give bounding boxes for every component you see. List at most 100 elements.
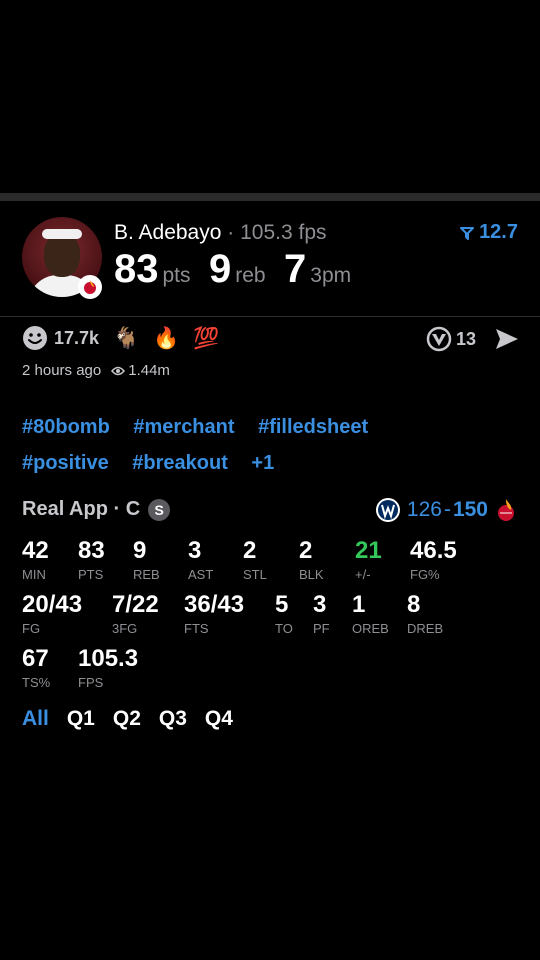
stat-label: FG%: [410, 567, 440, 582]
source-badge: S: [148, 498, 171, 521]
stat-value: 42: [22, 537, 49, 564]
hashtag-list: #80bomb #merchant #filledsheet #positive…: [22, 409, 522, 481]
filter-icon: [460, 226, 475, 240]
hashtag[interactable]: #positive: [22, 445, 109, 481]
views: 1.44m: [111, 362, 170, 379]
more-tags[interactable]: +1: [251, 445, 274, 481]
stat-cell: 83 PTS: [78, 537, 105, 582]
stat-cell: 46.5 FG%: [410, 537, 457, 582]
stat-value: 3: [188, 537, 202, 564]
section-divider: [0, 316, 540, 317]
stat-label: DREB: [407, 621, 444, 636]
stat-label: REB: [133, 567, 160, 582]
stat-label: OREB: [352, 621, 389, 636]
threes-value: 7: [284, 247, 307, 291]
stat-cell: 8 DREB: [407, 591, 443, 636]
heat-logo-icon: [78, 275, 102, 299]
points-unit: pts: [162, 264, 191, 287]
stat-label: BLK: [299, 567, 324, 582]
stat-value: 67: [22, 645, 49, 672]
stat-label: +/-: [355, 567, 371, 582]
tab-q4[interactable]: Q4: [205, 707, 233, 731]
stat-value: 8: [407, 591, 421, 618]
stat-cell: 2 STL: [243, 537, 267, 582]
stat-value: 9: [133, 537, 147, 564]
reaction-count: 17.7k: [54, 327, 100, 348]
fire-reaction[interactable]: 🔥: [153, 328, 179, 349]
hundred-reaction[interactable]: 💯: [193, 328, 219, 349]
stat-cell: 5 TO: [275, 591, 293, 636]
rebounds-value: 9: [208, 247, 232, 291]
stat-value: 20/43: [22, 591, 83, 618]
top-divider-bar: [0, 193, 540, 201]
hashtag[interactable]: #breakout: [132, 445, 228, 481]
stat-cell: 36/43 FTS: [184, 591, 244, 636]
wizards-logo-icon: [375, 498, 400, 522]
points-value: 83: [114, 247, 159, 291]
heat-logo-icon: [498, 499, 514, 521]
stat-label: AST: [188, 567, 214, 582]
stat-cell: 42 MIN: [22, 537, 49, 582]
tab-q2[interactable]: Q2: [113, 707, 141, 731]
stat-label: TS%: [22, 675, 51, 690]
away-score: 126: [406, 498, 442, 521]
source-label[interactable]: Real App · C: [22, 498, 140, 521]
reactions-row: 17.7k 🐐 🔥 💯: [22, 325, 220, 351]
quarter-tabs: All Q1 Q2 Q3 Q4: [22, 707, 233, 731]
stat-value: 5: [275, 591, 289, 618]
player-name[interactable]: B. Adebayo: [114, 221, 221, 244]
hashtag[interactable]: #80bomb: [22, 409, 110, 445]
stat-value: 21: [355, 537, 382, 564]
stat-label: MIN: [22, 567, 46, 582]
comment-icon[interactable]: [426, 326, 452, 352]
stat-value: 46.5: [410, 537, 457, 564]
stat-value: 105.3: [78, 645, 139, 672]
stat-label: STL: [243, 567, 267, 582]
post-time: 2 hours ago: [22, 362, 102, 379]
view-count: 1.44m: [128, 362, 170, 379]
hashtag[interactable]: #merchant: [133, 409, 234, 445]
player-title[interactable]: B. Adebayo · 105.3 fps: [114, 221, 327, 245]
stat-value: 1: [352, 591, 366, 618]
send-icon[interactable]: [494, 327, 520, 351]
stat-cell: 9 REB: [133, 537, 160, 582]
rating-score[interactable]: 12.7: [459, 221, 518, 244]
avatar-headband: [42, 229, 82, 239]
stat-cell: 20/43 FG: [22, 591, 82, 636]
stat-label: FPS: [78, 675, 104, 690]
stat-label: FG: [22, 621, 41, 636]
game-score[interactable]: 126-150: [375, 497, 518, 523]
stat-value: 3: [313, 591, 327, 618]
post-actions: 13: [426, 326, 520, 352]
score-dash: -: [443, 498, 451, 521]
stat-value: 83: [78, 537, 105, 564]
hashtag[interactable]: #filledsheet: [258, 409, 368, 445]
tab-all[interactable]: All: [22, 707, 49, 731]
stat-value: 2: [299, 537, 313, 564]
stat-label: 3FG: [112, 621, 138, 636]
home-score: 150: [452, 498, 488, 521]
stat-value: 7/22: [112, 591, 159, 618]
stat-cell: 67 TS%: [22, 645, 50, 690]
rebounds-unit: reb: [235, 264, 266, 287]
smiley-icon[interactable]: [22, 325, 48, 351]
stat-cell: 1 OREB: [352, 591, 389, 636]
stat-cell: 21 +/-: [355, 537, 382, 582]
tab-q3[interactable]: Q3: [159, 707, 187, 731]
goat-reaction[interactable]: 🐐: [113, 328, 139, 349]
rating-value: 12.7: [479, 221, 518, 243]
post-meta: 2 hours ago 1.44m: [22, 362, 170, 379]
stat-cell: 3 PF: [313, 591, 330, 636]
stat-cell: 7/22 3FG: [112, 591, 159, 636]
stat-label: TO: [275, 621, 293, 636]
stat-cell: 3 AST: [188, 537, 213, 582]
stat-value: 2: [243, 537, 257, 564]
source-row: Real App · C S: [22, 498, 171, 521]
comment-count: 13: [455, 328, 476, 349]
tab-q1[interactable]: Q1: [67, 707, 95, 731]
separator-dot: ·: [227, 221, 235, 244]
eye-icon: [111, 366, 126, 375]
stat-label: PTS: [78, 567, 104, 582]
stat-cell: 2 BLK: [299, 537, 324, 582]
threes-unit: 3pm: [310, 264, 352, 287]
